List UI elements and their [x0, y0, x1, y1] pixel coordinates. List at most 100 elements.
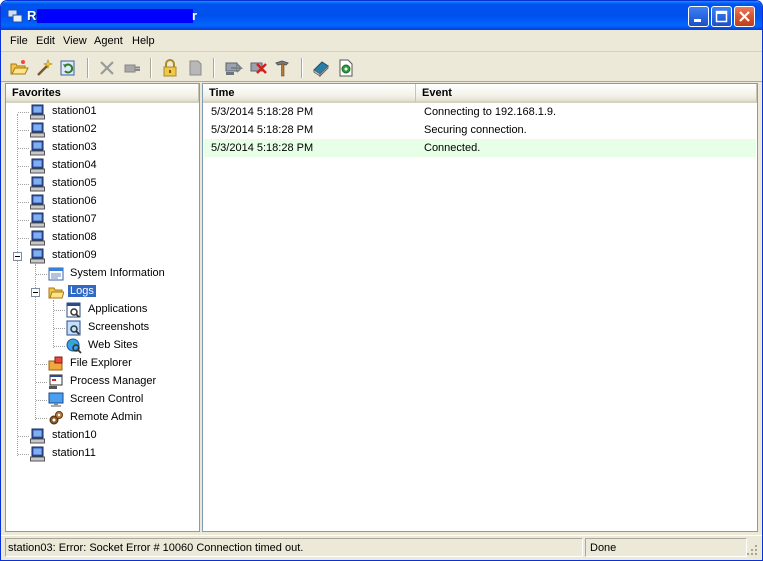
- computer-icon: [30, 158, 45, 174]
- log-row[interactable]: 5/3/2014 5:18:28 PM Connecting to 192.16…: [204, 103, 756, 121]
- tree-label: station02: [52, 123, 97, 135]
- page-icon[interactable]: [185, 58, 205, 78]
- computer-icon: [30, 212, 45, 228]
- main-window: R r File Edit View Agent Help Favorites …: [0, 0, 763, 561]
- column-header-event[interactable]: Event: [416, 84, 757, 103]
- tree-line: [18, 184, 29, 185]
- tree-line: [18, 130, 29, 131]
- tree-line: [54, 310, 65, 311]
- tree-label-selected: Logs: [68, 285, 96, 297]
- event-log-pane[interactable]: Time Event 5/3/2014 5:18:28 PM Connectin…: [202, 83, 758, 532]
- toolbar-separator: [213, 58, 215, 78]
- tree-label: File Explorer: [70, 357, 132, 369]
- log-time: 5/3/2014 5:18:28 PM: [211, 106, 314, 118]
- computer-icon: [30, 446, 45, 462]
- send-icon[interactable]: [223, 58, 243, 78]
- tree-line: [18, 238, 29, 239]
- computer-icon: [30, 140, 45, 156]
- delete-icon[interactable]: [97, 58, 117, 78]
- minimize-icon: [694, 19, 701, 22]
- tree-line: [36, 400, 47, 401]
- menu-help[interactable]: Help: [132, 35, 155, 47]
- favorites-pane[interactable]: Favorites station01 station02 station03: [5, 83, 200, 532]
- log-event: Connecting to 192.168.1.9.: [424, 106, 557, 118]
- minimize-button[interactable]: [688, 6, 709, 27]
- toolbar-separator: [150, 58, 152, 78]
- applications-log-icon: [66, 302, 81, 318]
- favorites-header[interactable]: Favorites: [6, 84, 199, 103]
- column-header-time[interactable]: Time: [203, 84, 416, 103]
- tree-label: station03: [52, 141, 97, 153]
- computer-icon: [30, 230, 45, 246]
- log-time: 5/3/2014 5:18:28 PM: [211, 124, 314, 136]
- file-explorer-icon: [48, 356, 63, 371]
- tree-label: station10: [52, 429, 97, 441]
- maximize-icon: [715, 10, 728, 23]
- menu-agent[interactable]: Agent: [94, 35, 123, 47]
- tree-line: [18, 202, 29, 203]
- menu-bar: File Edit View Agent Help: [1, 30, 762, 52]
- connect-wand-icon[interactable]: [34, 58, 54, 78]
- status-bar: station03: Error: Socket Error # 10060 C…: [1, 535, 762, 559]
- tree-line: [36, 274, 47, 275]
- tree-line: [36, 364, 47, 365]
- open-folder-icon: [48, 287, 64, 299]
- tree-line: [54, 346, 65, 347]
- log-event: Connected.: [424, 142, 481, 154]
- menu-edit[interactable]: Edit: [36, 35, 55, 47]
- log-event: Securing connection.: [424, 124, 527, 136]
- gears-icon: [49, 411, 63, 425]
- tools-icon[interactable]: [273, 58, 293, 78]
- system-information-icon: [48, 267, 64, 281]
- computer-icon: [30, 428, 45, 444]
- tree-label: Web Sites: [88, 339, 138, 351]
- disconnect-icon[interactable]: [122, 58, 142, 78]
- menu-view[interactable]: View: [63, 35, 87, 47]
- tree-label: Process Manager: [70, 375, 157, 387]
- tree-line: [18, 148, 29, 149]
- tree-label: station09: [52, 249, 97, 261]
- collapse-toggle-station09[interactable]: [13, 252, 22, 261]
- log-row-highlighted[interactable]: 5/3/2014 5:18:28 PM Connected.: [204, 139, 756, 157]
- tree-label: Screenshots: [88, 321, 150, 333]
- tree-line: [18, 454, 29, 455]
- collapse-toggle-logs[interactable]: [31, 288, 40, 297]
- tree-line: [36, 418, 47, 419]
- computer-icon: [30, 176, 45, 192]
- computer-icon: [30, 122, 45, 138]
- tree-line: [18, 220, 29, 221]
- status-state: Done: [585, 538, 747, 557]
- computer-icon: [30, 104, 45, 120]
- tree-label: station05: [52, 177, 97, 189]
- close-button[interactable]: [734, 6, 755, 27]
- tree-line: [18, 166, 29, 167]
- tree-label: station11: [52, 447, 96, 459]
- export-icon[interactable]: [336, 58, 356, 78]
- menu-file[interactable]: File: [10, 35, 28, 47]
- tree-line: [54, 328, 65, 329]
- open-folder-icon[interactable]: [9, 58, 29, 78]
- tree-label: station01: [52, 105, 97, 117]
- status-message: station03: Error: Socket Error # 10060 C…: [5, 538, 583, 557]
- tree-label: station04: [52, 159, 97, 171]
- refresh-icon[interactable]: [59, 58, 79, 78]
- tree-label: System Information: [70, 267, 165, 279]
- window-title-prefix: R: [27, 8, 37, 23]
- stop-icon[interactable]: [248, 58, 268, 78]
- tree-label: station07: [52, 213, 97, 225]
- close-icon: [739, 11, 750, 22]
- book-icon[interactable]: [311, 58, 331, 78]
- log-row[interactable]: 5/3/2014 5:18:28 PM Securing connection.: [204, 121, 756, 139]
- process-manager-icon: [49, 374, 63, 389]
- computer-icon: [30, 248, 45, 264]
- tree-line: [53, 300, 54, 348]
- resize-grip-icon[interactable]: [746, 544, 758, 556]
- title-bar[interactable]: R r: [1, 1, 762, 30]
- computer-icon: [30, 194, 45, 210]
- lock-icon[interactable]: [160, 58, 180, 78]
- globe-icon: [66, 338, 82, 354]
- toolbar-separator: [301, 58, 303, 78]
- monitor-icon: [48, 392, 64, 407]
- maximize-button[interactable]: [711, 6, 732, 27]
- tree-line: [18, 112, 29, 113]
